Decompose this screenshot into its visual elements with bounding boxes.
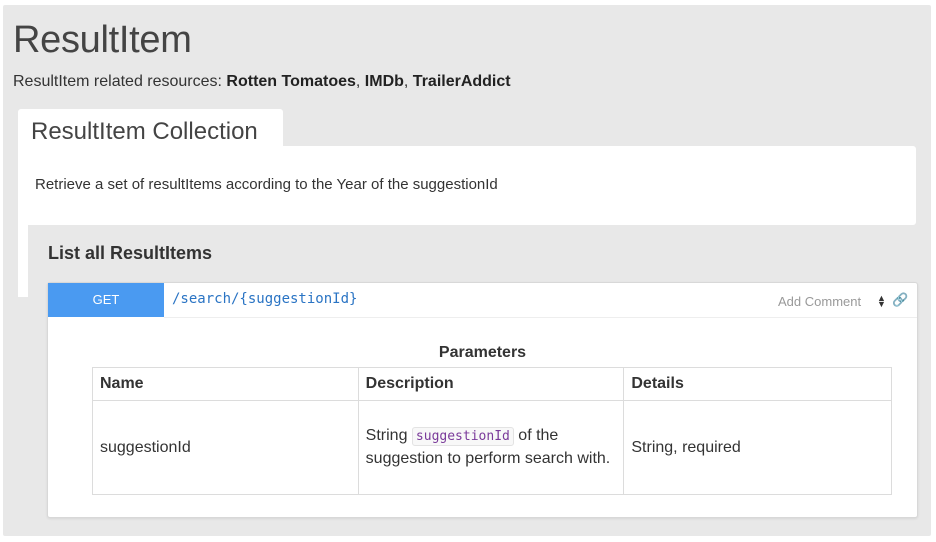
table-header-row: Name Description Details — [92, 367, 892, 401]
param-details: String, required — [623, 400, 892, 495]
page-background: ResultItem ResultItem related resources:… — [3, 5, 931, 536]
collection-panel: Retrieve a set of resultItems according … — [18, 146, 916, 225]
param-description: String suggestionId of the suggestion to… — [357, 400, 625, 495]
action-title: List all ResultItems — [48, 243, 213, 263]
related-resources: ResultItem related resources: Rotten Tom… — [13, 73, 511, 91]
related-link-imdb[interactable]: IMDb — [365, 73, 404, 90]
column-header-name: Name — [92, 367, 359, 401]
related-link-rotten-tomatoes[interactable]: Rotten Tomatoes — [226, 73, 355, 90]
collection-description: Retrieve a set of resultItems according … — [35, 176, 498, 193]
related-separator: , — [355, 73, 365, 90]
column-header-details: Details — [623, 367, 892, 401]
related-prefix: ResultItem related resources: — [13, 73, 227, 90]
param-description-text: String — [365, 427, 412, 444]
request-path[interactable]: /search/{suggestionId} — [172, 291, 357, 307]
table-row: suggestionId String suggestionId of the … — [92, 400, 892, 495]
collection-tab: ResultItem Collection — [18, 109, 283, 151]
collection-side-border — [18, 220, 28, 297]
page-title: ResultItem — [13, 19, 192, 61]
param-name: suggestionId — [92, 400, 359, 495]
parameters-title: Parameters — [438, 344, 527, 361]
sort-updown-icon[interactable]: ▲ ▼ — [877, 294, 886, 309]
param-code: suggestionId — [411, 427, 514, 446]
link-icon[interactable]: 🔗 — [892, 292, 908, 308]
column-header-description: Description — [357, 367, 625, 401]
related-link-traileraddict[interactable]: TrailerAddict — [413, 73, 511, 90]
add-comment-link[interactable]: Add Comment — [778, 294, 861, 309]
header-divider — [164, 317, 917, 318]
related-separator: , — [403, 73, 413, 90]
request-panel: GET /search/{suggestionId} Add Comment ▲… — [47, 282, 918, 518]
method-badge[interactable]: GET — [48, 283, 164, 317]
parameters-table: Name Description Details suggestionId St… — [92, 367, 892, 495]
collection-title: ResultItem Collection — [31, 118, 258, 145]
